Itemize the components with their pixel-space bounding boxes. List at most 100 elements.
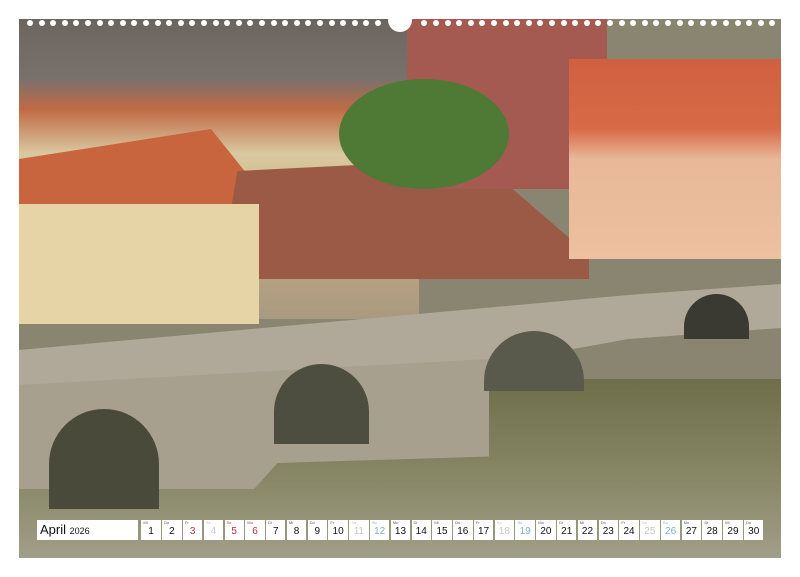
calendar-strip: April 2026 Mi1Do2Fr3Sa4So5Mo6Di7Mi8Do9Fr… bbox=[37, 520, 763, 540]
binding-hole bbox=[468, 20, 474, 26]
binding-hole bbox=[561, 20, 567, 26]
month-label: April 2026 bbox=[37, 520, 138, 540]
day-cell: Mi15 bbox=[432, 520, 451, 540]
day-cell: Mi8 bbox=[287, 520, 306, 540]
day-cell: Mo6 bbox=[245, 520, 264, 540]
binding-hole bbox=[503, 20, 509, 26]
day-cell: Fr17 bbox=[474, 520, 493, 540]
binding-hole bbox=[758, 20, 764, 26]
binding-hole bbox=[491, 20, 497, 26]
weekday: Mi bbox=[725, 520, 729, 525]
binding-hole bbox=[352, 20, 358, 26]
day-cell: So19 bbox=[515, 520, 534, 540]
weekday: Mo bbox=[393, 520, 399, 525]
weekday: Di bbox=[559, 520, 563, 525]
weekday: Do bbox=[455, 520, 460, 525]
day-cell: Di21 bbox=[557, 520, 576, 540]
binding-hole bbox=[329, 20, 335, 26]
day-cell: Do2 bbox=[162, 520, 181, 540]
binding-hole bbox=[549, 20, 555, 26]
day-cell: Mo20 bbox=[536, 520, 555, 540]
weekday: So bbox=[227, 520, 232, 525]
binding-hole bbox=[445, 20, 451, 26]
weekday: So bbox=[372, 520, 377, 525]
binding-hole bbox=[155, 20, 161, 26]
binding-hole bbox=[700, 20, 706, 26]
binding-hole bbox=[259, 20, 265, 26]
weekday: Mo bbox=[247, 520, 253, 525]
binding-hole bbox=[27, 20, 33, 26]
day-cell: Do9 bbox=[308, 520, 327, 540]
binding-hole bbox=[236, 20, 242, 26]
binding-hole bbox=[642, 20, 648, 26]
day-cell: So26 bbox=[661, 520, 680, 540]
weekday: Do bbox=[746, 520, 751, 525]
weekday: So bbox=[663, 520, 668, 525]
binding-hole bbox=[317, 20, 323, 26]
tree bbox=[339, 79, 509, 189]
day-cell: Fr24 bbox=[619, 520, 638, 540]
yellow-facade bbox=[19, 204, 259, 324]
day-cell: So12 bbox=[370, 520, 389, 540]
day-cell: Do23 bbox=[599, 520, 618, 540]
binding-hole bbox=[213, 20, 219, 26]
weekday: Do bbox=[164, 520, 169, 525]
arch bbox=[49, 409, 159, 509]
day-cell: Sa4 bbox=[204, 520, 223, 540]
binding-hole bbox=[433, 20, 439, 26]
binding-hole bbox=[143, 20, 149, 26]
day-cell: Sa25 bbox=[640, 520, 659, 540]
weekday: Sa bbox=[351, 520, 356, 525]
binding-hole bbox=[271, 20, 277, 26]
weekday: Mi bbox=[434, 520, 438, 525]
weekday: Mo bbox=[538, 520, 544, 525]
month-name: April bbox=[40, 522, 66, 537]
binding-hole bbox=[375, 20, 381, 26]
day-cell: Di14 bbox=[412, 520, 431, 540]
day-cell: Mo27 bbox=[682, 520, 701, 540]
weekday: Do bbox=[601, 520, 606, 525]
day-cell: Mi22 bbox=[578, 520, 597, 540]
buildings-right bbox=[569, 59, 781, 259]
binding-hole bbox=[97, 20, 103, 26]
binding-hole bbox=[665, 20, 671, 26]
day-cell: Mi1 bbox=[141, 520, 160, 540]
day-cell: Do30 bbox=[744, 520, 763, 540]
binding-hole bbox=[62, 20, 68, 26]
binding-hole bbox=[526, 20, 532, 26]
binding-hole bbox=[120, 20, 126, 26]
day-cell: Mi29 bbox=[723, 520, 742, 540]
day-cell: So5 bbox=[225, 520, 244, 540]
binding-hole bbox=[39, 20, 45, 26]
binding-hole bbox=[294, 20, 300, 26]
weekday: Di bbox=[704, 520, 708, 525]
hanging-hole bbox=[388, 8, 412, 32]
day-cell: Fr10 bbox=[328, 520, 347, 540]
weekday: Do bbox=[310, 520, 315, 525]
day-cell: Do16 bbox=[453, 520, 472, 540]
binding-hole bbox=[85, 20, 91, 26]
weekday: Mi bbox=[580, 520, 584, 525]
weekday: Fr bbox=[330, 520, 334, 525]
day-cell: Sa18 bbox=[495, 520, 514, 540]
day-cell: Mo13 bbox=[391, 520, 410, 540]
binding-hole bbox=[607, 20, 613, 26]
day-cell: Fr3 bbox=[183, 520, 202, 540]
year: 2026 bbox=[70, 526, 90, 536]
day-cell: Di7 bbox=[266, 520, 285, 540]
weekday: Mi bbox=[289, 520, 293, 525]
binding-hole bbox=[677, 20, 683, 26]
binding-hole bbox=[178, 20, 184, 26]
weekday: Di bbox=[268, 520, 272, 525]
day-cell: Di28 bbox=[702, 520, 721, 540]
calendar-photo-old-main-bridge bbox=[19, 19, 781, 558]
weekday: Mo bbox=[684, 520, 690, 525]
weekday: Fr bbox=[185, 520, 189, 525]
day-cell: Sa11 bbox=[349, 520, 368, 540]
weekday: Sa bbox=[497, 520, 502, 525]
binding-hole bbox=[201, 20, 207, 26]
weekday: Di bbox=[414, 520, 418, 525]
weekday: Fr bbox=[476, 520, 480, 525]
weekday: Fr bbox=[621, 520, 625, 525]
weekday: Mi bbox=[143, 520, 147, 525]
